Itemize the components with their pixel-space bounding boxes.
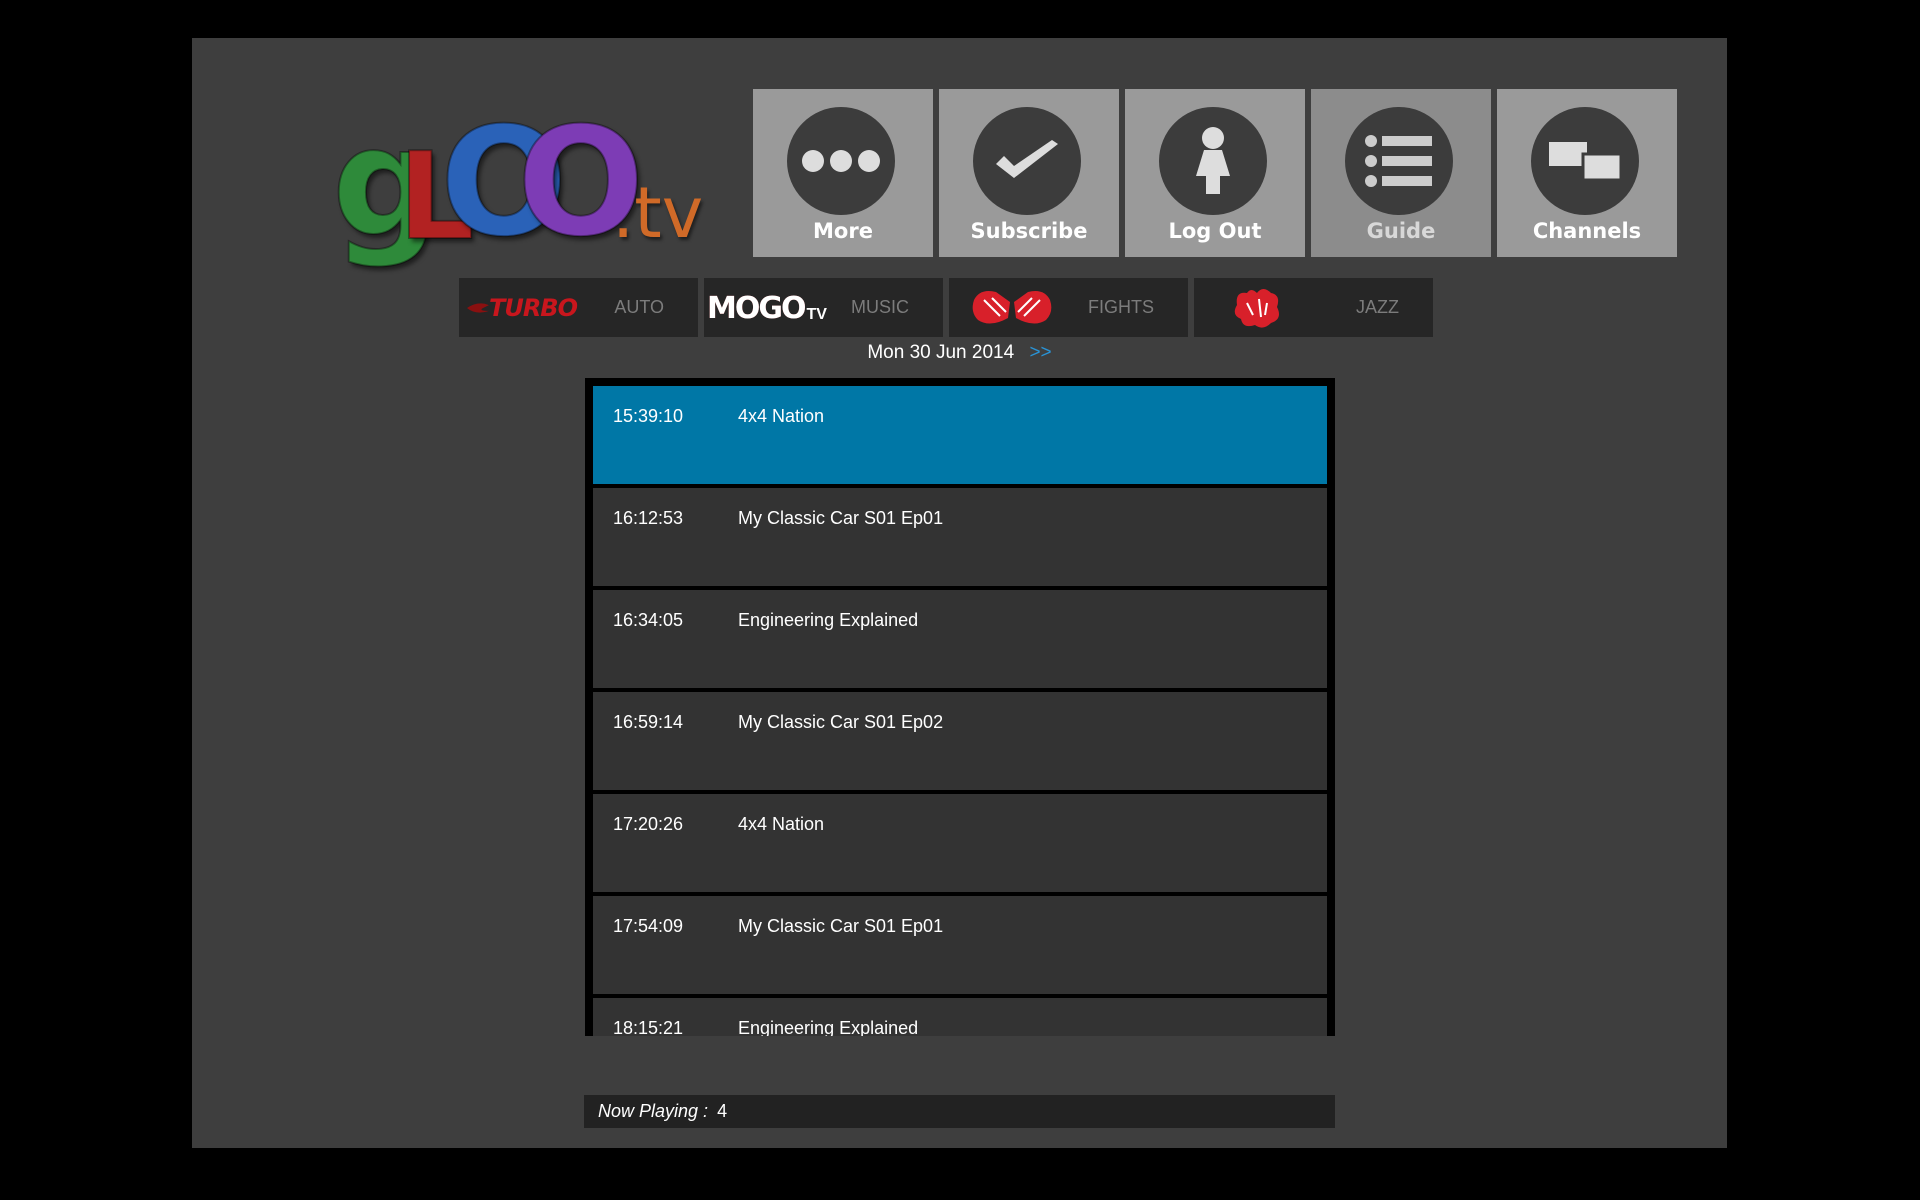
schedule-time: 16:59:14: [613, 712, 684, 732]
log-out-button[interactable]: Log Out: [1125, 89, 1305, 257]
schedule-row[interactable]: 15:39:10 4x4 Nation: [593, 386, 1327, 484]
schedule-time: 18:15:21: [613, 1018, 684, 1036]
mogo-tv-logo: MOGO TV: [707, 284, 827, 332]
jazz-logo-icon: [1202, 284, 1312, 332]
channel-tabs: TURBO AUTO MOGO TV MUSIC FIGHTS JAZZ: [459, 278, 1433, 337]
date-bar: Mon 30 Jun 2014 >>: [192, 342, 1727, 364]
channel-name-auto: AUTO: [614, 297, 664, 317]
schedule-time: 15:39:10: [613, 406, 684, 426]
schedule-program: My Classic Car S01 Ep02: [738, 712, 944, 732]
logo-tv: .tv: [612, 172, 704, 254]
schedule-row[interactable]: 16:59:14 My Classic Car S01 Ep02: [593, 692, 1327, 790]
channels-label: Channels: [1532, 219, 1642, 243]
more-label: More: [813, 219, 873, 243]
channel-name-jazz: JAZZ: [1356, 297, 1399, 317]
checkmark-icon: [973, 107, 1081, 215]
log-out-label: Log Out: [1168, 219, 1262, 243]
subscribe-button[interactable]: Subscribe: [939, 89, 1119, 257]
list-icon: [1345, 107, 1453, 215]
more-dots-icon: [787, 107, 895, 215]
schedule-rows: 15:39:10 4x4 Nation 16:12:53 My Classic Car…: [593, 386, 1327, 1036]
channel-tab-music[interactable]: MOGO TV MUSIC: [704, 278, 943, 337]
schedule-program: Engineering Explained: [738, 610, 919, 630]
channels-button[interactable]: Channels: [1497, 89, 1677, 257]
more-button[interactable]: More: [753, 89, 933, 257]
turbo-swoosh-icon: [467, 303, 489, 313]
channels-icon: [1531, 107, 1639, 215]
person-icon: [1159, 107, 1267, 215]
channel-tab-auto[interactable]: TURBO AUTO: [459, 278, 698, 337]
boxing-gloves-icon: [957, 284, 1067, 332]
app-window: g L O O .tv More Subscribe Log Out Guide…: [192, 38, 1727, 1148]
guide-button[interactable]: Guide: [1311, 89, 1491, 257]
channel-name-music: MUSIC: [851, 297, 909, 317]
now-playing-bar: Now Playing : 4: [584, 1095, 1335, 1128]
now-playing-label: Now Playing :: [598, 1101, 709, 1121]
schedule-row[interactable]: 18:15:21 Engineering Explained: [593, 998, 1327, 1036]
schedule-row[interactable]: 16:34:05 Engineering Explained: [593, 590, 1327, 688]
schedule-time: 17:20:26: [613, 814, 684, 834]
next-day-link[interactable]: >>: [1029, 342, 1051, 363]
schedule-program: My Classic Car S01 Ep01: [738, 916, 944, 936]
date-label: Mon 30 Jun 2014: [867, 342, 1015, 363]
schedule-program: 4x4 Nation: [738, 406, 825, 426]
now-playing-value: 4: [717, 1101, 728, 1121]
channel-name-fights: FIGHTS: [1088, 297, 1154, 317]
turbo-logo: TURBO: [467, 284, 578, 332]
schedule-row[interactable]: 17:20:26 4x4 Nation: [593, 794, 1327, 892]
mogo-logo-text: MOGO: [707, 290, 806, 326]
schedule-row[interactable]: 16:12:53 My Classic Car S01 Ep01: [593, 488, 1327, 586]
gloo-tv-logo[interactable]: g L O O .tv: [331, 93, 703, 293]
schedule-list[interactable]: 15:39:10 4x4 Nation 16:12:53 My Classic Car…: [585, 378, 1335, 1036]
turbo-logo-text: TURBO: [488, 294, 578, 322]
subscribe-label: Subscribe: [970, 219, 1088, 243]
mogo-logo-suffix: TV: [806, 306, 827, 323]
channel-tab-jazz[interactable]: JAZZ: [1194, 278, 1433, 337]
schedule-time: 17:54:09: [613, 916, 684, 936]
schedule-program: Engineering Explained: [738, 1018, 919, 1036]
schedule-time: 16:34:05: [613, 610, 684, 630]
guide-label: Guide: [1366, 219, 1436, 243]
schedule-program: My Classic Car S01 Ep01: [738, 508, 944, 528]
top-navigation: More Subscribe Log Out Guide Channels: [753, 89, 1677, 257]
schedule-program: 4x4 Nation: [738, 814, 825, 834]
schedule-time: 16:12:53: [613, 508, 684, 528]
schedule-row[interactable]: 17:54:09 My Classic Car S01 Ep01: [593, 896, 1327, 994]
channel-tab-fights[interactable]: FIGHTS: [949, 278, 1188, 337]
